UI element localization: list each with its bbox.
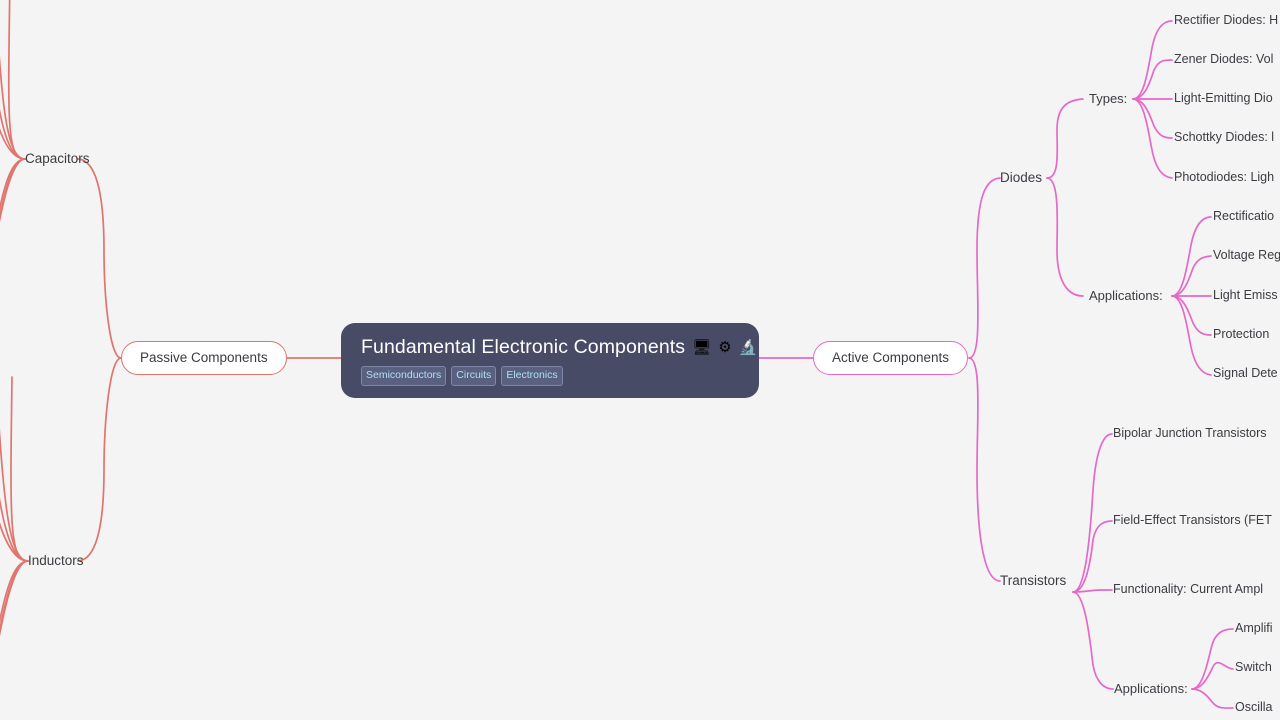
edge-active-diodes [968,177,1001,359]
node-diodes[interactable]: Diodes [1000,171,1042,185]
node-diodes-applications[interactable]: Applications: [1089,289,1163,302]
node-diode-application-signal-detection[interactable]: Signal Dete [1213,367,1278,380]
node-label: Passive Components [140,350,268,366]
edge-active-transistors [968,357,1001,582]
node-diode-application-light-emission[interactable]: Light Emiss [1213,289,1278,302]
node-diode-application-voltage-regulation[interactable]: Voltage Reg [1213,249,1280,262]
tag-electronics[interactable]: Electronics [501,366,563,386]
root-tag-list: Semiconductors Circuits Electronics [361,366,741,386]
node-capacitors[interactable]: Capacitors [25,152,90,166]
page-title: Fundamental Electronic Components [361,336,686,358]
node-photodiodes[interactable]: Photodiodes: Ligh [1174,171,1274,184]
node-rectifier-diodes[interactable]: Rectifier Diodes: H [1174,14,1278,27]
gear-icon: ⚙ [718,339,732,357]
node-passive-components[interactable]: Passive Components [121,341,287,375]
node-transistors-applications[interactable]: Applications: [1114,682,1188,695]
tag-semiconductors[interactable]: Semiconductors [361,366,447,386]
node-transistor-functionality[interactable]: Functionality: Current Ampl [1113,583,1263,596]
node-field-effect-transistors[interactable]: Field-Effect Transistors (FET [1113,514,1272,527]
node-transistor-application-oscillation[interactable]: Oscilla [1235,701,1273,714]
desktop-computer-icon: 🖥 [692,339,712,357]
node-diodes-types[interactable]: Types: [1089,92,1127,105]
node-light-emitting-diodes[interactable]: Light-Emitting Dio [1174,92,1273,105]
node-inductors[interactable]: Inductors [28,554,84,568]
node-transistor-application-switching[interactable]: Switch [1235,661,1272,674]
node-diode-application-rectification[interactable]: Rectificatio [1213,210,1274,223]
node-schottky-diodes[interactable]: Schottky Diodes: l [1174,131,1274,144]
tag-circuits[interactable]: Circuits [451,366,497,386]
node-zener-diodes[interactable]: Zener Diodes: Vol [1174,53,1273,66]
node-active-components[interactable]: Active Components [813,341,969,375]
node-transistors[interactable]: Transistors [1000,574,1066,588]
mindmap-canvas: Fundamental Electronic Components 🖥 ⚙ 🔬 … [0,0,1280,720]
root-node[interactable]: Fundamental Electronic Components 🖥 ⚙ 🔬 … [341,323,759,398]
microscope-icon: 🔬 [738,339,758,357]
edge-passive-capacitors [77,158,122,359]
root-title-row: Fundamental Electronic Components 🖥 ⚙ 🔬 [361,336,757,358]
node-bipolar-junction-transistors[interactable]: Bipolar Junction Transistors [1113,427,1267,440]
node-transistor-application-amplification[interactable]: Amplifi [1235,622,1273,635]
node-diode-application-protection[interactable]: Protection [1213,328,1269,341]
edge-passive-inductors [77,357,122,562]
node-label: Active Components [832,350,950,366]
